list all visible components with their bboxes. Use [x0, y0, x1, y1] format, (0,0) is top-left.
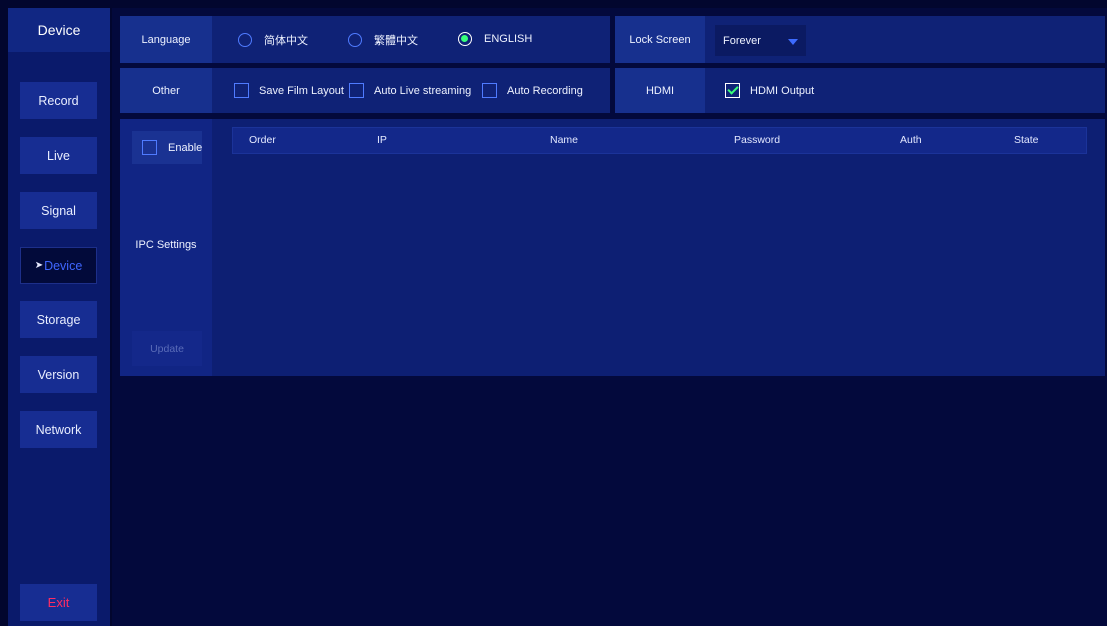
update-button[interactable]: Update	[132, 331, 202, 366]
lock-screen-select[interactable]: Forever	[715, 25, 806, 56]
mouse-pointer-icon: ➤	[34, 260, 44, 271]
exit-button[interactable]: Exit	[20, 584, 97, 621]
main-panel: Language 简体中文 繁體中文 ENGLISH Lock Screen F…	[112, 8, 1107, 626]
ipc-enable-checkbox[interactable]: Enable	[132, 131, 202, 164]
ipc-settings-panel: Enable IPC Settings Update Order IP Name…	[120, 119, 1105, 376]
hdmi-output-checkbox[interactable]: HDMI Output	[725, 83, 814, 98]
checkbox-checked-icon	[725, 83, 740, 98]
sidebar-item-record[interactable]: Record	[20, 82, 97, 119]
language-option-simplified[interactable]: 简体中文	[238, 32, 308, 48]
checkbox-label: Enable	[168, 141, 203, 154]
radio-icon	[238, 33, 252, 47]
sidebar-item-label: Storage	[36, 312, 81, 327]
lock-screen-row: Lock Screen Forever	[615, 16, 1105, 63]
lock-screen-label: Lock Screen	[615, 16, 705, 63]
auto-live-streaming-checkbox[interactable]: Auto Live streaming	[349, 83, 471, 98]
lock-screen-value: Forever	[723, 34, 761, 47]
sidebar-item-label: Record	[38, 93, 79, 108]
exit-label: Exit	[47, 595, 70, 610]
ipc-table-header: Order IP Name Password Auth State	[232, 127, 1087, 154]
other-row: Other Save Film Layout Auto Live streami…	[120, 68, 610, 113]
column-header-ip[interactable]: IP	[377, 134, 387, 146]
checkbox-label: Auto Recording	[507, 84, 583, 97]
column-header-state[interactable]: State	[1014, 134, 1039, 146]
radio-icon	[348, 33, 362, 47]
sidebar: Device Record Live Signal ➤ Device Storag…	[8, 8, 110, 626]
sidebar-item-device[interactable]: ➤ Device	[20, 247, 97, 284]
hdmi-label: HDMI	[615, 68, 705, 113]
sidebar-item-signal[interactable]: Signal	[20, 192, 97, 229]
checkbox-label: HDMI Output	[750, 84, 815, 97]
update-label: Update	[150, 342, 184, 355]
sidebar-item-label: Live	[47, 148, 70, 163]
column-header-auth[interactable]: Auth	[900, 134, 922, 146]
sidebar-item-label: Network	[35, 422, 82, 437]
ipc-table-body[interactable]	[232, 155, 1087, 370]
sidebar-title: Device	[8, 8, 110, 52]
option-label: 简体中文	[264, 35, 308, 47]
sidebar-item-storage[interactable]: Storage	[20, 301, 97, 338]
checkbox-label: Save Film Layout	[259, 84, 344, 97]
auto-recording-checkbox[interactable]: Auto Recording	[482, 83, 583, 98]
language-option-english[interactable]: ENGLISH	[458, 32, 532, 46]
checkbox-icon	[142, 140, 157, 155]
checkbox-icon	[482, 83, 497, 98]
checkbox-icon	[234, 83, 249, 98]
option-label: ENGLISH	[484, 33, 533, 45]
sidebar-item-live[interactable]: Live	[20, 137, 97, 174]
language-row: Language 简体中文 繁體中文 ENGLISH	[120, 16, 610, 63]
column-header-password[interactable]: Password	[734, 134, 780, 146]
ipc-side-panel: Enable IPC Settings Update	[120, 119, 212, 376]
radio-checked-icon	[458, 32, 472, 46]
dropdown-arrow-icon	[788, 39, 798, 45]
language-option-traditional[interactable]: 繁體中文	[348, 32, 418, 48]
hdmi-row: HDMI HDMI Output	[615, 68, 1105, 113]
sidebar-item-label: Device	[44, 258, 83, 273]
other-label: Other	[120, 68, 212, 113]
language-label: Language	[120, 16, 212, 63]
sidebar-item-label: Version	[37, 367, 80, 382]
option-label: 繁體中文	[374, 35, 418, 47]
ipc-settings-label: IPC Settings	[135, 239, 197, 251]
column-header-order[interactable]: Order	[249, 134, 276, 146]
checkbox-label: Auto Live streaming	[374, 84, 472, 97]
save-film-layout-checkbox[interactable]: Save Film Layout	[234, 83, 344, 98]
sidebar-item-network[interactable]: Network	[20, 411, 97, 448]
sidebar-item-label: Signal	[41, 203, 76, 218]
sidebar-item-version[interactable]: Version	[20, 356, 97, 393]
checkbox-icon	[349, 83, 364, 98]
column-header-name[interactable]: Name	[550, 134, 578, 146]
